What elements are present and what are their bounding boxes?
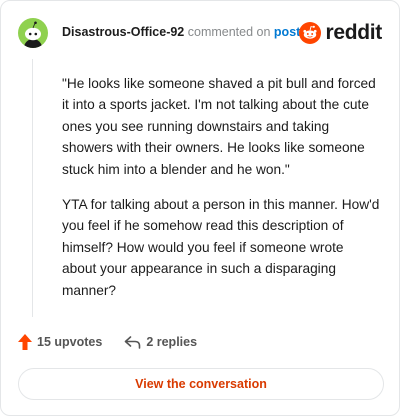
comment-header: Disastrous-Office-92 commented on post — [62, 25, 300, 39]
view-conversation-button[interactable]: View the conversation — [18, 368, 384, 400]
comment-actions: 15 upvotes 2 replies — [18, 334, 197, 350]
reddit-logo[interactable]: reddit — [299, 21, 382, 45]
comment-paragraph: "He looks like someone shaved a pit bull… — [62, 76, 376, 177]
reply-count: 2 replies — [146, 335, 198, 349]
thread-line — [32, 59, 33, 317]
reddit-wordmark: reddit — [325, 21, 382, 44]
action-text: commented on — [187, 25, 271, 39]
upvote-arrow-icon — [18, 334, 32, 350]
replies-button[interactable]: 2 replies — [124, 335, 197, 349]
upvote-count: 15 upvotes — [37, 335, 103, 349]
comment-body: "He looks like someone shaved a pit bull… — [62, 73, 380, 315]
post-link[interactable]: post — [274, 25, 300, 39]
avatar-snoo-icon — [24, 21, 42, 48]
comment-card: Disastrous-Office-92 commented on post r… — [0, 0, 400, 416]
upvote-button[interactable]: 15 upvotes — [18, 334, 102, 350]
reply-arrow-icon — [125, 336, 141, 349]
username[interactable]: Disastrous-Office-92 — [62, 25, 184, 39]
reddit-logo-icon — [299, 22, 322, 44]
comment-paragraph: YTA for talking about a person in this m… — [62, 197, 380, 298]
avatar[interactable] — [18, 18, 48, 48]
